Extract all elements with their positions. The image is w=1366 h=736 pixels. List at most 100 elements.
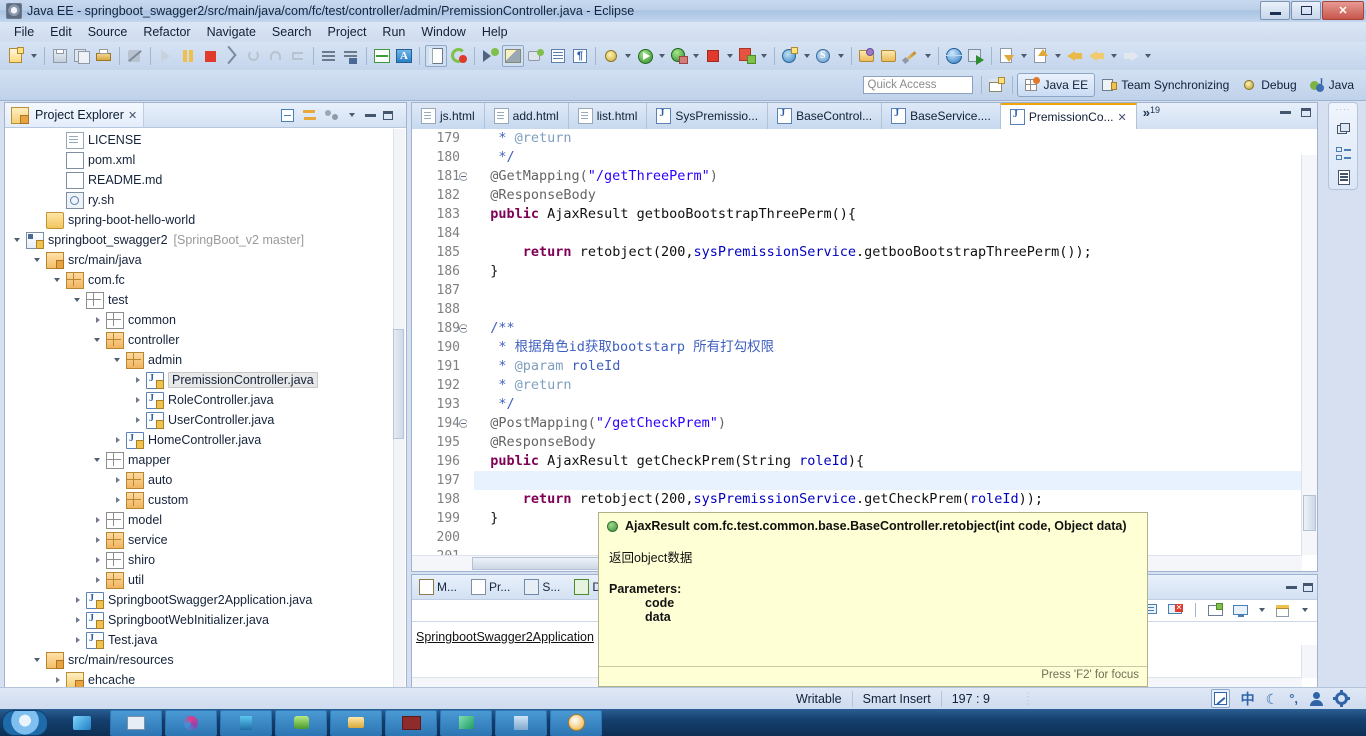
start-button[interactable] <box>2 709 48 736</box>
code-line[interactable] <box>474 300 1301 319</box>
open-task-icon[interactable] <box>425 45 447 67</box>
tree-item[interactable]: com.fc <box>5 270 406 290</box>
restore-button[interactable] <box>1291 1 1321 20</box>
task-repository-icon[interactable] <box>449 46 469 66</box>
perspective-debug[interactable]: Debug <box>1235 74 1302 96</box>
tree-item[interactable]: HomeController.java <box>5 430 406 450</box>
bottom-view-tab[interactable]: Pr... <box>464 579 517 595</box>
twisty-open-icon[interactable] <box>13 235 24 246</box>
twisty-closed-icon[interactable] <box>133 395 144 406</box>
user-icon[interactable] <box>1309 691 1323 706</box>
taskbar-item-3[interactable] <box>165 709 217 736</box>
stop-server-icon[interactable] <box>703 46 723 66</box>
code-line[interactable]: @ResponseBody <box>474 433 1301 452</box>
new-wizard-dropdown-icon[interactable] <box>31 54 37 58</box>
taskbar-item-8[interactable] <box>440 709 492 736</box>
editor-tab[interactable]: js.html <box>412 103 485 129</box>
twisty-closed-icon[interactable] <box>133 415 144 426</box>
forward-icon[interactable] <box>1121 46 1141 66</box>
twisty-closed-icon[interactable] <box>93 555 104 566</box>
code-line[interactable]: @PostMapping("/getCheckPrem") <box>474 414 1301 433</box>
new-console-view-dropdown-icon[interactable] <box>1302 608 1308 612</box>
view-menu-group-icon[interactable] <box>324 108 339 123</box>
minimize-button[interactable] <box>1260 1 1290 20</box>
code-line[interactable] <box>474 224 1301 243</box>
open-web-browser-icon[interactable] <box>1207 602 1224 619</box>
stop-dropdown-icon[interactable] <box>727 54 733 58</box>
print-icon[interactable] <box>94 46 114 66</box>
minimize-view-icon[interactable] <box>365 113 376 117</box>
menu-source[interactable]: Source <box>80 23 136 41</box>
pilcrow-icon[interactable]: ¶ <box>570 46 590 66</box>
display-console-icon[interactable] <box>1232 602 1249 619</box>
new-web-project-dropdown-icon[interactable] <box>804 54 810 58</box>
twisty-closed-icon[interactable] <box>113 435 124 446</box>
new-wizard-icon[interactable] <box>7 46 27 66</box>
code-line[interactable]: public AjaxResult getCheckPrem(String ro… <box>474 452 1301 471</box>
tree-item[interactable]: UserController.java <box>5 410 406 430</box>
explorer-scroll-thumb[interactable] <box>393 329 404 439</box>
tree-item[interactable]: springboot_swagger2 [SpringBoot_v2 master… <box>5 230 406 250</box>
outline-toggle-icon[interactable] <box>548 46 568 66</box>
new-server-dropdown-icon[interactable] <box>838 54 844 58</box>
tree-item[interactable]: controller <box>5 330 406 350</box>
previous-annotation-dropdown-icon[interactable] <box>1021 54 1027 58</box>
twisty-closed-icon[interactable] <box>93 535 104 546</box>
previous-annotation-icon[interactable] <box>997 46 1017 66</box>
twisty-closed-icon[interactable] <box>53 675 64 686</box>
debug-icon[interactable] <box>601 46 621 66</box>
twisty-closed-icon[interactable] <box>73 635 84 646</box>
link-with-editor-icon[interactable] <box>302 108 317 123</box>
step-into-icon[interactable] <box>244 46 264 66</box>
maximize-editor-icon[interactable] <box>1301 108 1311 117</box>
twisty-open-icon[interactable] <box>33 655 44 666</box>
tree-item[interactable]: custom <box>5 490 406 510</box>
minimize-view-icon[interactable] <box>1286 585 1297 589</box>
tree-item[interactable]: Test.java <box>5 630 406 650</box>
next-annotation-icon[interactable] <box>1031 46 1051 66</box>
settings-icon[interactable] <box>1333 690 1350 707</box>
code-line[interactable]: @ResponseBody <box>474 186 1301 205</box>
close-icon[interactable]: ✕ <box>1118 111 1127 124</box>
code-line[interactable]: } <box>474 262 1301 281</box>
profile-icon[interactable] <box>372 46 392 66</box>
forward-back-icon[interactable] <box>1087 46 1107 66</box>
perspective-java-ee[interactable]: Java EE <box>1016 73 1096 97</box>
resume-icon[interactable] <box>156 46 176 66</box>
tree-item[interactable]: README.md <box>5 170 406 190</box>
tree-item[interactable]: test <box>5 290 406 310</box>
twisty-closed-icon[interactable] <box>93 315 104 326</box>
menu-project[interactable]: Project <box>320 23 375 41</box>
suspend-icon[interactable] <box>178 46 198 66</box>
search-icon[interactable] <box>901 46 921 66</box>
code-line[interactable]: * @param roleId <box>474 357 1301 376</box>
perspective-team-synchronizing[interactable]: Team Synchronizing <box>1095 74 1235 96</box>
twisty-closed-icon[interactable] <box>113 475 124 486</box>
next-annotation-dropdown-icon[interactable] <box>1055 54 1061 58</box>
taskbar-item-9[interactable] <box>495 709 547 736</box>
save-all-icon[interactable] <box>72 46 92 66</box>
code-line[interactable]: return retobject(200,sysPremissionServic… <box>474 243 1301 262</box>
tree-item[interactable]: util <box>5 570 406 590</box>
close-icon[interactable]: ✕ <box>128 109 137 122</box>
properties-icon[interactable] <box>1335 169 1352 186</box>
spell-check-icon[interactable]: A <box>394 46 414 66</box>
open-browser-icon[interactable] <box>944 46 964 66</box>
run-debug-config-icon[interactable] <box>966 46 986 66</box>
editor-tab[interactable]: add.html <box>484 103 569 129</box>
editor-tab[interactable]: BaseService.... <box>882 103 1001 129</box>
twisty-open-icon[interactable] <box>53 275 64 286</box>
code-line[interactable]: return retobject(200,sysPremissionServic… <box>474 490 1301 509</box>
run-on-server-icon[interactable] <box>669 46 689 66</box>
taskbar-item-10[interactable] <box>550 709 602 736</box>
status-resize-handle[interactable]: ···· <box>1023 691 1032 706</box>
taskbar-item-5[interactable] <box>275 709 327 736</box>
restore-icon[interactable] <box>1335 121 1352 138</box>
pen-tablet-icon[interactable] <box>1210 689 1230 708</box>
code-line[interactable]: * @return <box>474 376 1301 395</box>
tree-item[interactable]: shiro <box>5 550 406 570</box>
collapse-all-icon[interactable] <box>280 108 295 123</box>
twisty-closed-icon[interactable] <box>133 375 144 386</box>
taskbar-item-4[interactable] <box>220 709 272 736</box>
new-server-icon[interactable]: S <box>814 46 834 66</box>
